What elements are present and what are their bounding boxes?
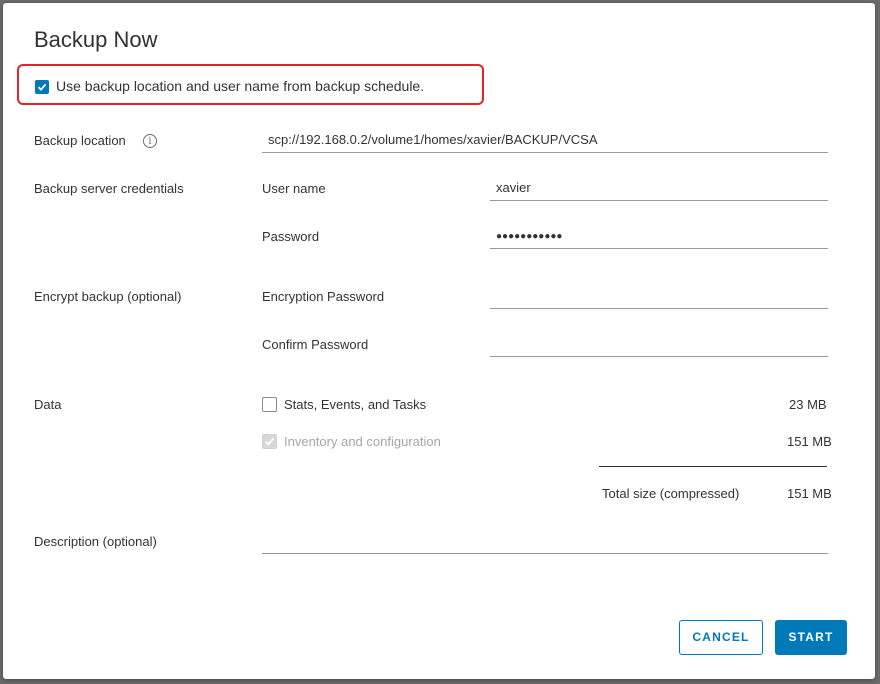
backup-now-dialog: Backup Now Use backup location and user … bbox=[3, 3, 875, 679]
encrypt-backup-label: Encrypt backup (optional) bbox=[34, 289, 182, 304]
backup-credentials-label: Backup server credentials bbox=[34, 181, 184, 196]
total-divider bbox=[599, 466, 827, 467]
checkmark-icon bbox=[37, 83, 47, 91]
stats-events-tasks-label[interactable]: Stats, Events, and Tasks bbox=[284, 397, 426, 412]
inventory-config-size: 151 MB bbox=[787, 434, 832, 449]
data-label: Data bbox=[34, 397, 62, 412]
checkmark-icon bbox=[264, 437, 275, 446]
encryption-password-label: Encryption Password bbox=[262, 289, 385, 304]
inventory-config-checkbox bbox=[262, 434, 277, 449]
username-field[interactable]: xavier bbox=[490, 179, 828, 201]
cancel-button[interactable]: CANCEL bbox=[679, 620, 763, 655]
inventory-config-label: Inventory and configuration bbox=[284, 434, 441, 449]
backup-location-field[interactable]: scp://192.168.0.2/volume1/homes/xavier/B… bbox=[262, 131, 828, 153]
start-button[interactable]: START bbox=[775, 620, 847, 655]
backup-location-label: Backup location bbox=[34, 133, 126, 148]
username-label: User name bbox=[262, 181, 326, 196]
total-size-value: 151 MB bbox=[787, 486, 832, 501]
password-field[interactable]: ●●●●●●●●●●● bbox=[490, 227, 828, 249]
password-label: Password bbox=[262, 229, 320, 244]
encryption-password-field[interactable] bbox=[490, 287, 828, 309]
confirm-password-label: Confirm Password bbox=[262, 337, 369, 352]
stats-events-tasks-checkbox[interactable] bbox=[262, 397, 277, 412]
use-schedule-checkbox[interactable] bbox=[35, 80, 49, 94]
stats-events-tasks-size: 23 MB bbox=[789, 397, 827, 412]
use-schedule-label[interactable]: Use backup location and user name from b… bbox=[56, 78, 424, 94]
info-icon[interactable]: i bbox=[143, 134, 157, 148]
total-size-label: Total size (compressed) bbox=[602, 486, 740, 501]
dialog-title: Backup Now bbox=[34, 27, 158, 52]
description-label: Description (optional) bbox=[34, 534, 157, 549]
confirm-password-field[interactable] bbox=[490, 335, 828, 357]
description-field[interactable] bbox=[262, 532, 828, 554]
